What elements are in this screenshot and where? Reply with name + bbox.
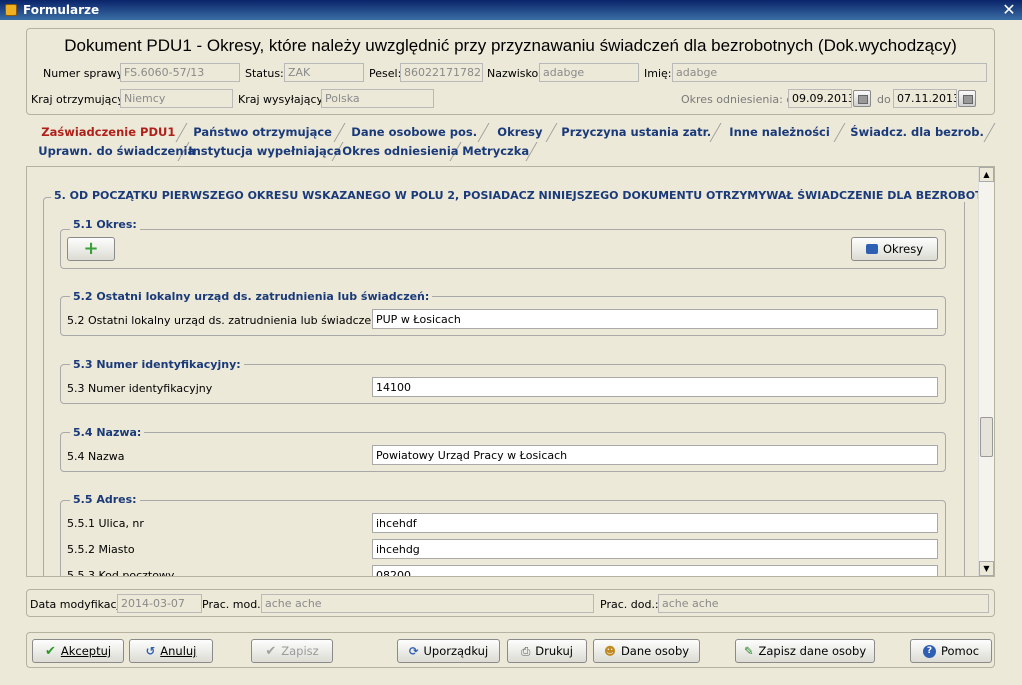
status-field[interactable]: ZAK bbox=[284, 63, 364, 82]
drukuj-button[interactable]: ⎙ Drukuj bbox=[507, 639, 587, 663]
undo-icon: ↺ bbox=[145, 644, 156, 658]
data-modyfikacji-label: Data modyfikacji: bbox=[30, 598, 127, 611]
status-label: Status: bbox=[245, 67, 284, 80]
nazwa-input[interactable]: Powiatowy Urząd Pracy w Łosicach bbox=[372, 445, 938, 465]
checkmark-icon: ✔ bbox=[44, 643, 56, 659]
tab-strip: Zaświadczenie PDU1 Państwo otrzymujące D… bbox=[26, 123, 996, 163]
uporzadkuj-button[interactable]: ⟳ Uporządkuj bbox=[397, 639, 500, 663]
pesel-label: Pesel: bbox=[369, 67, 402, 80]
field-5-4-label: 5.4 Nazwa bbox=[67, 450, 125, 463]
prac-mod-field[interactable]: ache ache bbox=[261, 594, 594, 613]
kraj-otrzymujacy-field[interactable]: Niemcy bbox=[120, 89, 233, 108]
plus-icon: + bbox=[83, 238, 99, 259]
tab-panstwo-otrzymujace[interactable]: Państwo otrzymujące bbox=[180, 123, 346, 142]
okres-od-field[interactable]: 09.09.2013 bbox=[788, 89, 852, 108]
header-panel: Dokument PDU1 - Okresy, które należy uwz… bbox=[26, 28, 995, 115]
tab-okresy[interactable]: Okresy bbox=[482, 123, 558, 142]
prac-dod-field[interactable]: ache ache bbox=[658, 594, 989, 613]
nazwisko-field[interactable]: adabge bbox=[539, 63, 639, 82]
tab-okres-odniesienia[interactable]: Okres odniesienia bbox=[336, 142, 462, 161]
printer-icon: ⎙ bbox=[521, 643, 531, 658]
numer-identyfikacyjny-input[interactable]: 14100 bbox=[372, 377, 938, 397]
field-5-5-2-label: 5.5.2 Miasto bbox=[67, 543, 135, 556]
group-5-1 bbox=[60, 229, 946, 269]
group-5-2-title: 5.2 Ostatni lokalny urząd ds. zatrudnien… bbox=[70, 290, 433, 303]
window-title: Formularze bbox=[23, 3, 100, 17]
okres-do-field[interactable]: 07.11.2013 bbox=[893, 89, 957, 108]
prac-mod-label: Prac. mod.: bbox=[202, 598, 265, 611]
edit-icon: ✎ bbox=[743, 644, 754, 658]
kraj-otrzymujacy-label: Kraj otrzymujący: bbox=[31, 93, 127, 106]
okres-odniesienia-label: Okres odniesienia: od bbox=[681, 93, 801, 106]
zapisz-dane-osoby-button[interactable]: ✎ Zapisz dane osoby bbox=[735, 639, 875, 663]
add-button[interactable]: + bbox=[67, 237, 115, 261]
kraj-wysylajacy-label: Kraj wysyłający: bbox=[238, 93, 326, 106]
tab-zaswiadczenie-pdu1[interactable]: Zaświadczenie PDU1 bbox=[30, 123, 188, 142]
tab-inne-naleznosci[interactable]: Inne należności bbox=[714, 123, 846, 142]
okresy-button[interactable]: Okresy bbox=[851, 237, 938, 261]
content-scroll-area[interactable]: 5. OD POCZĄTKU PIERWSZEGO OKRESU WSKAZAN… bbox=[26, 166, 995, 577]
tab-swiadcz-dla-bezrob[interactable]: Świadcz. dla bezrob. bbox=[838, 123, 996, 142]
kod-pocztowy-input[interactable]: 08200 bbox=[372, 565, 938, 576]
page-title: Dokument PDU1 - Okresy, które należy uwz… bbox=[64, 36, 957, 55]
miasto-input[interactable]: ihcehdg bbox=[372, 539, 938, 559]
tab-przyczyna-ustania[interactable]: Przyczyna ustania zatr. bbox=[550, 123, 722, 142]
okres-do-label: do bbox=[877, 93, 891, 106]
close-icon[interactable]: ✕ bbox=[1000, 1, 1018, 19]
ulica-input[interactable]: ihcehdf bbox=[372, 513, 938, 533]
tab-instytucja-wypelniajaca[interactable]: Instytucja wypełniająca bbox=[182, 142, 344, 161]
calendar-icon[interactable] bbox=[853, 90, 871, 107]
people-icon: ☻ bbox=[603, 644, 616, 658]
kraj-wysylajacy-field[interactable]: Polska bbox=[321, 89, 434, 108]
footer-info-panel: Data modyfikacji: 2014-03-07 Prac. mod.:… bbox=[26, 589, 995, 617]
zapisz-button[interactable]: ✔ Zapisz bbox=[251, 639, 333, 663]
help-icon: ? bbox=[922, 644, 936, 658]
field-5-5-1-label: 5.5.1 Ulica, nr bbox=[67, 517, 144, 530]
refresh-icon: ⟳ bbox=[408, 644, 419, 658]
numer-sprawy-field[interactable]: FS.6060-57/13 bbox=[120, 63, 240, 82]
field-5-2-label: 5.2 Ostatni lokalny urząd ds. zatrudnien… bbox=[67, 314, 379, 327]
group-5-4-title: 5.4 Nazwa: bbox=[70, 426, 145, 439]
field-5-3-label: 5.3 Numer identyfikacyjny bbox=[67, 382, 213, 395]
dane-osoby-button[interactable]: ☻ Dane osoby bbox=[593, 639, 700, 663]
pomoc-button[interactable]: ? Pomoc bbox=[910, 639, 992, 663]
scroll-down-icon[interactable]: ▼ bbox=[979, 561, 994, 576]
group-5-3-title: 5.3 Numer identyfikacyjny: bbox=[70, 358, 244, 371]
section-5-title: 5. OD POCZĄTKU PIERWSZEGO OKRESU WSKAZAN… bbox=[51, 189, 994, 202]
imie-field[interactable]: adabge bbox=[672, 63, 987, 82]
okresy-icon bbox=[865, 244, 878, 254]
pesel-field[interactable]: 86022171782 bbox=[400, 63, 483, 82]
data-modyfikacji-field[interactable]: 2014-03-07 bbox=[117, 594, 202, 613]
vertical-scrollbar[interactable]: ▲ ▼ bbox=[978, 167, 994, 576]
group-5-1-title: 5.1 Okres: bbox=[70, 218, 140, 231]
numer-sprawy-label: Numer sprawy: bbox=[43, 67, 127, 80]
checkmark-icon: ✔ bbox=[265, 643, 277, 659]
app-icon bbox=[5, 4, 17, 16]
tab-dane-osobowe[interactable]: Dane osobowe pos. bbox=[338, 123, 490, 142]
field-5-5-3-label: 5.5.3 Kod pocztowy bbox=[67, 569, 175, 577]
tab-metryczka[interactable]: Metryczka bbox=[454, 142, 538, 161]
urzad-input[interactable]: PUP w Łosicach bbox=[372, 309, 938, 329]
calendar-icon[interactable] bbox=[958, 90, 976, 107]
window-titlebar: Formularze ✕ bbox=[0, 0, 1022, 20]
akceptuj-button[interactable]: ✔ Akceptuj bbox=[32, 639, 124, 663]
tab-uprawn-do-swiadczenia[interactable]: Uprawn. do świadczenia bbox=[32, 142, 195, 161]
anuluj-button[interactable]: ↺ Anuluj bbox=[129, 639, 213, 663]
nazwisko-label: Nazwisko: bbox=[487, 67, 542, 80]
scroll-thumb[interactable] bbox=[980, 417, 993, 457]
imie-label: Imię: bbox=[644, 67, 672, 80]
prac-dod-label: Prac. dod.: bbox=[600, 598, 659, 611]
group-5-5-title: 5.5 Adres: bbox=[70, 493, 140, 506]
scroll-up-icon[interactable]: ▲ bbox=[979, 167, 994, 182]
